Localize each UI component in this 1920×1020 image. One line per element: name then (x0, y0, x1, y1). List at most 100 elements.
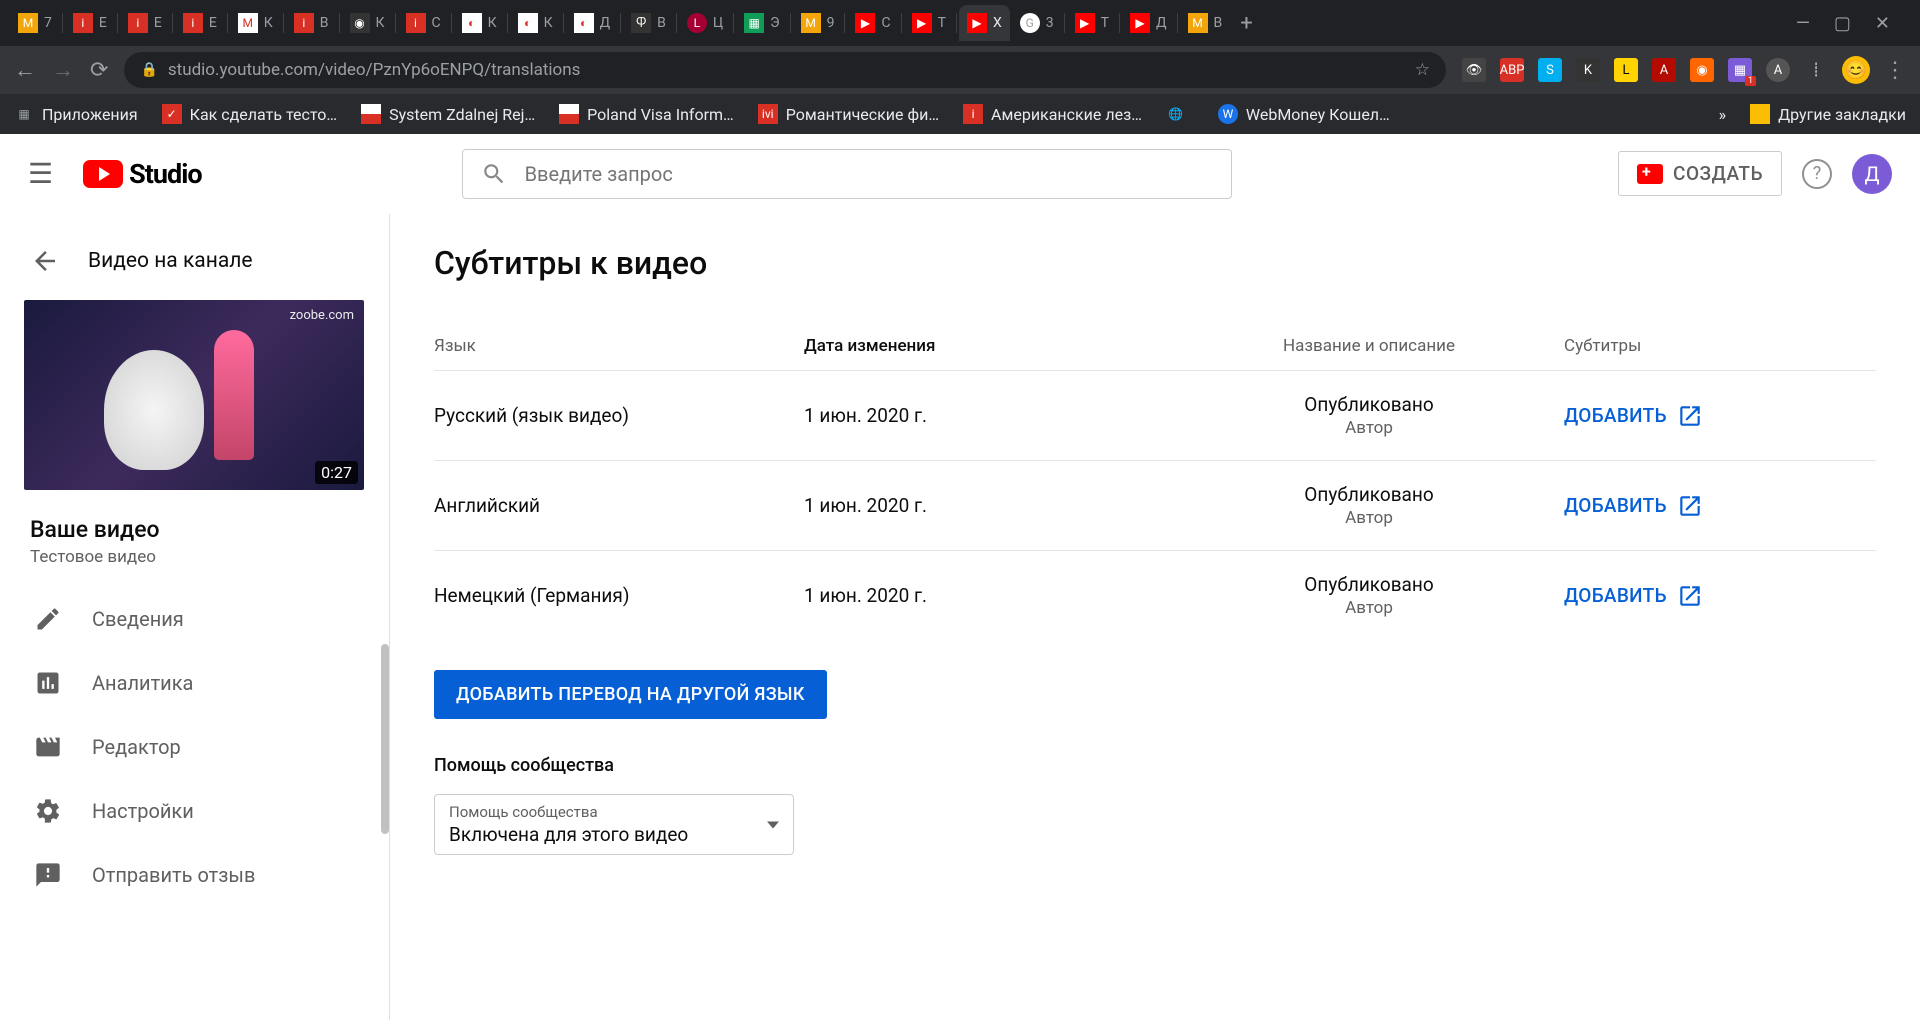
nav-settings[interactable]: Настройки (0, 779, 389, 843)
ext-skype-icon[interactable]: S (1538, 58, 1562, 82)
browser-tab[interactable]: M7 (10, 5, 60, 41)
help-icon[interactable]: ? (1802, 159, 1832, 189)
nav-analytics[interactable]: Аналитика (0, 651, 389, 715)
window-close-icon[interactable]: ✕ (1875, 13, 1890, 34)
browser-tab[interactable]: ▦Э (736, 5, 787, 41)
hamburger-menu-icon[interactable]: ☰ (28, 157, 53, 190)
sidebar-scrollbar[interactable] (381, 644, 389, 834)
ext-icon[interactable]: 👁 (1462, 58, 1486, 82)
bookmark-item[interactable]: iviРомантические фи… (758, 104, 939, 124)
browser-tab[interactable]: iС (398, 5, 449, 41)
search-input[interactable] (525, 162, 1213, 186)
browser-tab[interactable]: ▶Т (904, 5, 954, 41)
nav-editor[interactable]: Редактор (0, 715, 389, 779)
search-box[interactable] (462, 149, 1232, 199)
page-title: Субтитры к видео (434, 244, 1876, 282)
thumbnail-watermark: zoobe.com (290, 308, 354, 323)
star-icon[interactable]: ☆ (1415, 60, 1430, 80)
browser-tab[interactable]: G3 (1012, 5, 1062, 41)
browser-tab[interactable]: MК (230, 5, 281, 41)
new-tab-button[interactable]: + (1232, 5, 1260, 41)
lock-icon: 🔒 (140, 62, 157, 78)
browser-tab[interactable]: ◐К (510, 5, 561, 41)
browser-tab[interactable]: ▶С (847, 5, 898, 41)
studio-logo[interactable]: Studio (83, 158, 201, 190)
browser-tab[interactable]: M9 (793, 5, 843, 41)
browser-tab[interactable]: iE (120, 5, 170, 41)
ext-pdf-icon[interactable]: A (1652, 58, 1676, 82)
browser-tab[interactable]: MB (1180, 5, 1231, 41)
open-in-new-icon (1677, 583, 1703, 609)
back-icon[interactable]: ← (14, 57, 36, 83)
reload-icon[interactable]: ⟳ (90, 58, 108, 83)
forward-icon[interactable]: → (52, 57, 74, 83)
browser-tab[interactable]: ◉К (342, 5, 393, 41)
browser-tab[interactable]: ▶Д (1122, 5, 1175, 41)
chrome-profile-icon[interactable]: 😊 (1842, 56, 1870, 84)
col-header-date[interactable]: Дата изменения (804, 336, 1184, 356)
url-bar[interactable]: 🔒 studio.youtube.com/video/PznYp6oENPQ/t… (124, 52, 1446, 88)
bookmark-item[interactable]: iАмериканские лез… (963, 104, 1142, 124)
ext-icon[interactable]: ┊ (1804, 58, 1828, 82)
community-help-dropdown[interactable]: Помощь сообщества Включена для этого вид… (434, 794, 794, 855)
bookmark-item[interactable]: WWebMoney Кошел… (1218, 104, 1390, 124)
bookmark-item[interactable]: Poland Visa Inform… (559, 104, 734, 124)
browser-tab[interactable]: iE (175, 5, 225, 41)
other-bookmarks[interactable]: Другие закладки (1750, 104, 1906, 124)
col-header-title: Название и описание (1184, 336, 1554, 356)
row-title-status: Опубликовано Автор (1184, 393, 1554, 438)
browser-tab-active[interactable]: ▶X (959, 5, 1010, 41)
logo-text: Studio (129, 158, 201, 190)
bookmark-item[interactable]: System Zdalnej Rej… (361, 104, 535, 124)
browser-tab[interactable]: ◐К (454, 5, 505, 41)
add-language-button[interactable]: ДОБАВИТЬ ПЕРЕВОД НА ДРУГОЙ ЯЗЫК (434, 670, 827, 719)
browser-tab[interactable]: iE (65, 5, 115, 41)
add-subtitle-link[interactable]: ДОБАВИТЬ (1564, 583, 1876, 609)
video-meta: Ваше видео Тестовое видео (0, 506, 389, 587)
browser-tab[interactable]: ႴВ (623, 5, 674, 41)
video-camera-icon (1637, 164, 1663, 184)
apps-bookmark[interactable]: ▦Приложения (14, 104, 138, 124)
nav-feedback[interactable]: Отправить отзыв (0, 843, 389, 907)
browser-tab[interactable]: iВ (286, 5, 337, 41)
ext-icon[interactable]: ◉ (1690, 58, 1714, 82)
row-date: 1 июн. 2020 г. (804, 584, 1184, 607)
ext-icon[interactable]: A (1766, 58, 1790, 82)
video-meta-subtitle: Тестовое видео (30, 547, 359, 567)
url-text: studio.youtube.com/video/PznYp6oENPQ/tra… (168, 60, 581, 80)
search-icon (481, 161, 507, 187)
tab-strip: M7 iE iE iE MК iВ ◉К iС ◐К ◐К ◐Д ႴВ LЦ ▦… (0, 0, 1920, 46)
subtitle-table-header: Язык Дата изменения Название и описание … (434, 322, 1876, 370)
ext-icon[interactable]: ▦1 (1728, 58, 1752, 82)
browser-tab[interactable]: ▶Т (1067, 5, 1117, 41)
add-subtitle-link[interactable]: ДОБАВИТЬ (1564, 403, 1876, 429)
bookmark-item[interactable]: 🌐 (1166, 104, 1194, 124)
subtitle-row: Английский 1 июн. 2020 г. Опубликовано А… (434, 460, 1876, 550)
window-maximize-icon[interactable]: ▢ (1834, 13, 1851, 34)
user-avatar[interactable]: Д (1852, 154, 1892, 194)
analytics-icon (34, 669, 62, 697)
bookmark-overflow[interactable]: » (1719, 105, 1727, 124)
back-to-channel-videos[interactable]: Видео на канале (0, 234, 389, 300)
browser-tab[interactable]: ◐Д (566, 5, 619, 41)
dropdown-label: Помощь сообщества (449, 803, 779, 821)
main-content: Субтитры к видео Язык Дата изменения Наз… (390, 214, 1920, 1020)
create-button[interactable]: СОЗДАТЬ (1618, 151, 1782, 196)
bookmark-item[interactable]: ✓Как сделать тесто… (162, 104, 337, 124)
row-title-status: Опубликовано Автор (1184, 483, 1554, 528)
browser-tab[interactable]: LЦ (679, 5, 731, 41)
chrome-menu-icon[interactable]: ⋮ (1884, 58, 1906, 83)
community-help-section: Помощь сообщества Помощь сообщества Вклю… (434, 755, 1876, 855)
row-date: 1 июн. 2020 г. (804, 494, 1184, 517)
add-subtitle-link[interactable]: ДОБАВИТЬ (1564, 493, 1876, 519)
ext-icon[interactable]: K (1576, 58, 1600, 82)
bookmark-bar: ▦Приложения ✓Как сделать тесто… System Z… (0, 94, 1920, 134)
thumbnail-character (104, 350, 204, 470)
ext-icon[interactable]: L (1614, 58, 1638, 82)
row-language: Немецкий (Германия) (434, 584, 804, 607)
video-thumbnail[interactable]: zoobe.com 0:27 (24, 300, 364, 490)
studio-app: ☰ Studio СОЗДАТЬ ? Д Видео на канале (0, 134, 1920, 1020)
ext-adblock-icon[interactable]: ABP (1500, 58, 1524, 82)
nav-details[interactable]: Сведения (0, 587, 389, 651)
window-minimize-icon[interactable]: — (1796, 13, 1810, 34)
